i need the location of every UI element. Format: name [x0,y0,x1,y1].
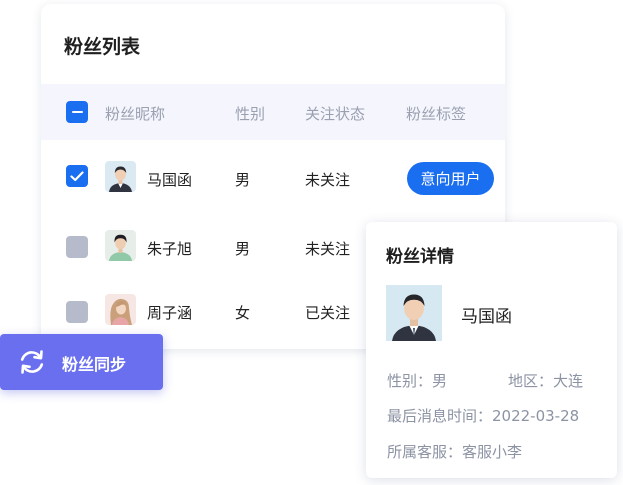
fan-tag-badge[interactable]: 意向用户 [407,162,494,195]
table-row[interactable]: 马国函 男 未关注 意向用户 [41,142,505,208]
column-nickname: 粉丝昵称 [105,105,166,123]
fan-detail-card: 粉丝详情 马国函 性别：男 地区：大连 最后消息时间：2022-03-28 所属… [366,222,617,478]
avatar [105,161,136,192]
detail-last-message-time: 最后消息时间：2022-03-28 [387,407,580,425]
gender-cell: 男 [235,240,251,258]
column-follow-status: 关注状态 [305,105,366,123]
gender-cell: 女 [235,304,251,322]
fan-sync-label: 粉丝同步 [62,355,127,374]
table-header: 粉丝昵称 性别 关注状态 粉丝标签 [41,84,505,140]
gender-cell: 男 [235,171,251,189]
row-checkbox[interactable] [66,236,88,258]
nickname-cell: 马国函 [147,171,193,189]
nickname-cell: 周子涵 [147,304,193,322]
row-checkbox-checked[interactable] [66,165,88,187]
select-all-checkbox[interactable] [66,101,88,123]
fan-detail-title: 粉丝详情 [386,247,454,267]
indeterminate-icon [71,110,83,114]
avatar [105,230,136,261]
status-cell: 已关注 [305,304,351,322]
sync-icon [20,350,44,374]
detail-name: 马国函 [461,307,512,327]
row-checkbox[interactable] [66,301,88,323]
column-fan-tag: 粉丝标签 [406,105,467,123]
status-cell: 未关注 [305,240,351,258]
column-gender: 性别 [235,105,266,123]
nickname-cell: 朱子旭 [147,240,193,258]
status-cell: 未关注 [305,171,351,189]
avatar [105,294,136,325]
detail-avatar [386,285,442,341]
check-icon [70,170,84,181]
detail-service-agent: 所属客服：客服小李 [387,443,523,461]
detail-region: 地区：大连 [508,372,584,390]
detail-gender: 性别：男 [387,372,448,390]
fan-list-title: 粉丝列表 [64,36,141,58]
fan-sync-button[interactable]: 粉丝同步 [0,334,163,390]
